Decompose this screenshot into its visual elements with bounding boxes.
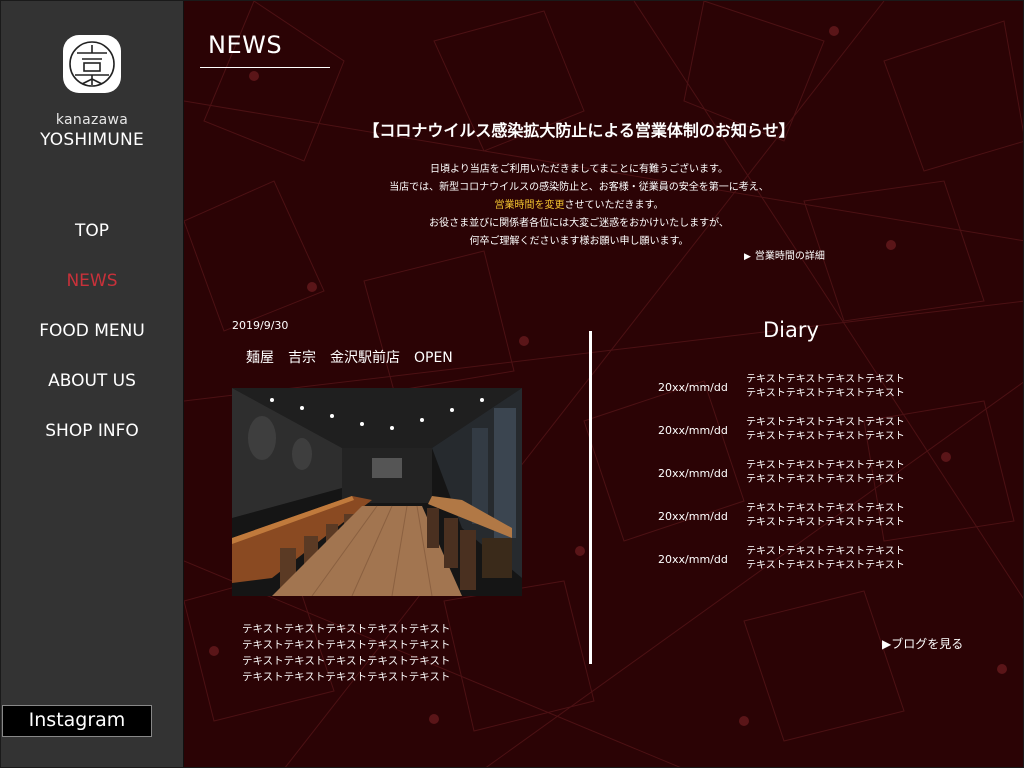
nav-item-news[interactable]: NEWS bbox=[1, 269, 183, 319]
diary-entry-line: テキストテキストテキストテキスト bbox=[746, 560, 905, 571]
nav-item-shop-info[interactable]: SHOP INFO bbox=[1, 419, 183, 469]
title-underline bbox=[200, 67, 330, 68]
post-text-line: テキストテキストテキストテキストテキスト bbox=[242, 639, 451, 651]
vertical-divider bbox=[589, 331, 592, 664]
nav-item-food-menu[interactable]: FOOD MENU bbox=[1, 319, 183, 369]
notice-line-rest: させていただきます。 bbox=[564, 200, 664, 211]
page-title: NEWS bbox=[208, 31, 283, 59]
diary-entry-text: テキストテキストテキストテキスト テキストテキストテキストテキスト bbox=[746, 545, 946, 573]
brand-subtitle: kanazawa bbox=[55, 112, 129, 128]
page: kanazawa YOSHIMUNE TOP NEWS FOOD MENU AB… bbox=[0, 0, 1024, 768]
main-nav: TOP NEWS FOOD MENU ABOUT US SHOP INFO bbox=[1, 219, 183, 469]
notice-highlight: 営業時間を変更 bbox=[494, 200, 565, 211]
covid-notice: 【コロナウイルス感染拡大防止による営業体制のお知らせ】 日頃より当店をご利用いた… bbox=[284, 117, 874, 251]
diary-entry-line: テキストテキストテキストテキスト bbox=[746, 517, 905, 528]
hours-detail-link[interactable]: ▶ 営業時間の詳細 bbox=[744, 247, 825, 262]
hours-detail-label: 営業時間の詳細 bbox=[754, 251, 825, 262]
diary-entry-line: テキストテキストテキストテキスト bbox=[746, 388, 905, 399]
diary-entry-date: 20xx/mm/dd bbox=[658, 381, 728, 394]
diary-heading: Diary bbox=[763, 318, 819, 342]
diary-entry-text: テキストテキストテキストテキスト テキストテキストテキストテキスト bbox=[746, 373, 946, 401]
diary-entry-date: 20xx/mm/dd bbox=[658, 510, 728, 523]
diary-entry-line: テキストテキストテキストテキスト bbox=[746, 460, 905, 471]
diary-entry-line: テキストテキストテキストテキスト bbox=[746, 546, 905, 557]
post-text-line: テキストテキストテキストテキストテキスト bbox=[242, 671, 451, 683]
diary-entry[interactable]: 20xx/mm/dd テキストテキストテキストテキスト テキストテキストテキスト… bbox=[658, 459, 978, 499]
notice-line: 営業時間を変更させていただきます。 bbox=[284, 197, 874, 215]
post-date: 2019/9/30 bbox=[232, 319, 289, 332]
play-triangle-icon: ▶ bbox=[744, 252, 751, 262]
diary-entry-text: テキストテキストテキストテキスト テキストテキストテキストテキスト bbox=[746, 459, 946, 487]
notice-line: 日頃より当店をご利用いただきましてまことに有難うございます。 bbox=[430, 164, 728, 175]
diary-entry-line: テキストテキストテキストテキスト bbox=[746, 474, 905, 485]
diary-entry-text: テキストテキストテキストテキスト テキストテキストテキストテキスト bbox=[746, 416, 946, 444]
diary-entry[interactable]: 20xx/mm/dd テキストテキストテキストテキスト テキストテキストテキスト… bbox=[658, 416, 978, 456]
diary-entry-date: 20xx/mm/dd bbox=[658, 467, 728, 480]
diary-entry[interactable]: 20xx/mm/dd テキストテキストテキストテキスト テキストテキストテキスト… bbox=[658, 502, 978, 542]
diary-entry-line: テキストテキストテキストテキスト bbox=[746, 431, 905, 442]
diary-entry-line: テキストテキストテキストテキスト bbox=[746, 503, 905, 514]
nav-item-about-us[interactable]: ABOUT US bbox=[1, 369, 183, 419]
diary-entry-text: テキストテキストテキストテキスト テキストテキストテキストテキスト bbox=[746, 502, 946, 530]
diary-entry-date: 20xx/mm/dd bbox=[658, 424, 728, 437]
post-title-link[interactable]: 麺屋 吉宗 金沢駅前店 OPEN bbox=[246, 347, 453, 367]
post-excerpt: テキストテキストテキストテキストテキスト テキストテキストテキストテキストテキス… bbox=[242, 621, 522, 685]
diary-entry-line: テキストテキストテキストテキスト bbox=[746, 374, 905, 385]
logo-icon[interactable] bbox=[63, 35, 121, 93]
sidebar: kanazawa YOSHIMUNE TOP NEWS FOOD MENU AB… bbox=[1, 1, 184, 767]
notice-line: 当店では、新型コロナウイルスの感染防止と、お客様・従業員の安全を第一に考え、 bbox=[389, 182, 769, 193]
nav-item-top[interactable]: TOP bbox=[1, 219, 183, 269]
instagram-button[interactable]: Instagram bbox=[2, 705, 152, 737]
diary-entry-date: 20xx/mm/dd bbox=[658, 553, 728, 566]
diary-entry[interactable]: 20xx/mm/dd テキストテキストテキストテキスト テキストテキストテキスト… bbox=[658, 373, 978, 413]
main-content: NEWS 【コロナウイルス感染拡大防止による営業体制のお知らせ】 日頃より当店を… bbox=[184, 1, 1023, 767]
restaurant-interior-photo[interactable] bbox=[232, 388, 522, 596]
brand-name: YOSHIMUNE bbox=[40, 130, 144, 150]
post-text-line: テキストテキストテキストテキストテキスト bbox=[242, 623, 451, 635]
post-text-line: テキストテキストテキストテキストテキスト bbox=[242, 655, 451, 667]
notice-title: 【コロナウイルス感染拡大防止による営業体制のお知らせ】 bbox=[363, 121, 795, 140]
diary-entry-line: テキストテキストテキストテキスト bbox=[746, 417, 905, 428]
notice-line: お役さま並びに関係者各位には大変ご迷惑をおかけいたしますが、 bbox=[429, 218, 729, 229]
diary-entry[interactable]: 20xx/mm/dd テキストテキストテキストテキスト テキストテキストテキスト… bbox=[658, 545, 978, 585]
view-blog-link[interactable]: ▶ブログを見る bbox=[882, 635, 963, 652]
